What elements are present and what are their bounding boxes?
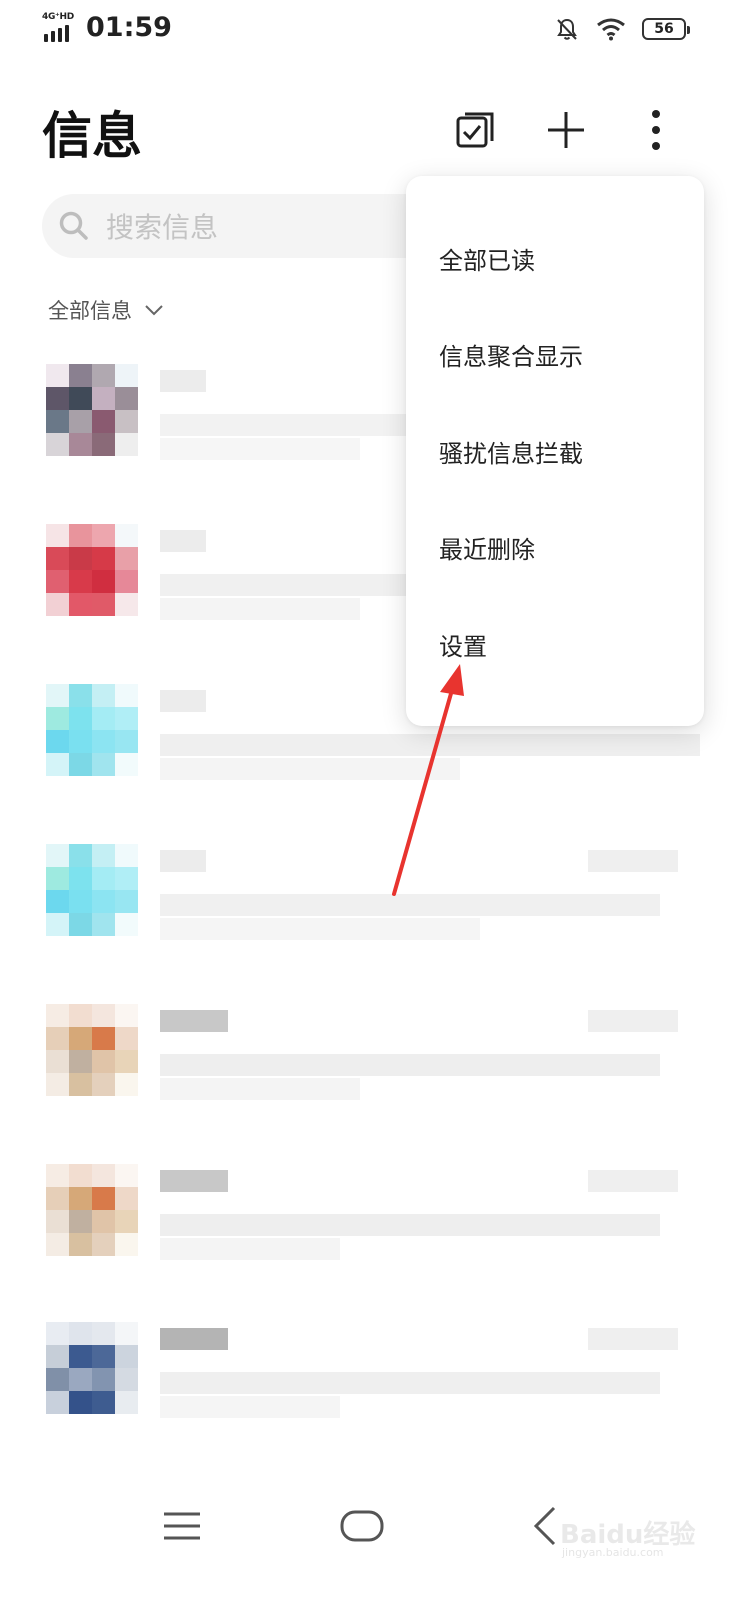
list-item[interactable] <box>0 1322 738 1482</box>
message-preview <box>160 438 360 460</box>
contact-name <box>160 1010 228 1032</box>
message-preview <box>160 918 480 940</box>
signal-indicator: 4G⁺HD <box>42 12 78 42</box>
avatar <box>46 364 138 456</box>
search-icon <box>59 211 88 240</box>
wifi-icon <box>597 18 625 41</box>
avatar <box>46 844 138 936</box>
timestamp <box>588 1328 678 1350</box>
timestamp <box>588 1170 678 1192</box>
timestamp <box>588 850 678 872</box>
contact-name <box>160 530 206 552</box>
watermark-url: jingyan.baidu.com <box>562 1546 664 1559</box>
filter-dropdown[interactable]: 全部信息 <box>48 295 164 325</box>
message-preview <box>160 1372 660 1394</box>
page-title: 信息 <box>42 107 142 165</box>
avatar <box>46 684 138 776</box>
signal-bars-icon <box>44 25 69 42</box>
list-item[interactable] <box>0 844 738 1004</box>
menu-icon[interactable] <box>152 1496 212 1556</box>
contact-name <box>160 370 206 392</box>
status-time: 01:59 <box>86 12 172 43</box>
overflow-menu: 全部已读 信息聚合显示 骚扰信息拦截 最近删除 设置 <box>406 176 704 726</box>
contact-name <box>160 690 206 712</box>
contact-name <box>160 1328 228 1350</box>
message-preview <box>160 1214 660 1236</box>
home-icon[interactable] <box>332 1496 392 1556</box>
watermark: Baidu经验 jingyan.baidu.com <box>556 1490 696 1570</box>
list-item[interactable] <box>0 1004 738 1164</box>
bell-muted-icon <box>557 18 577 40</box>
avatar <box>46 1322 138 1414</box>
message-preview <box>160 414 410 436</box>
message-preview <box>160 1396 340 1418</box>
menu-item-label: 最近删除 <box>439 535 535 564</box>
menu-item-label: 全部已读 <box>439 246 535 275</box>
message-preview <box>160 1054 660 1076</box>
menu-item-spam-block[interactable]: 骚扰信息拦截 <box>406 403 704 499</box>
chevron-down-icon <box>145 305 163 316</box>
avatar <box>46 1164 138 1256</box>
filter-label: 全部信息 <box>48 299 132 323</box>
search-input[interactable] <box>104 202 408 252</box>
timestamp <box>588 1010 678 1032</box>
select-icon[interactable] <box>452 106 500 154</box>
menu-item-recently-deleted[interactable]: 最近删除 <box>406 499 704 595</box>
battery-indicator: 56 <box>642 18 690 40</box>
message-preview <box>160 574 410 596</box>
more-icon[interactable] <box>632 106 680 154</box>
avatar <box>46 1004 138 1096</box>
menu-item-label: 骚扰信息拦截 <box>439 439 583 468</box>
avatar <box>46 524 138 616</box>
menu-item-aggregate-display[interactable]: 信息聚合显示 <box>406 306 704 402</box>
contact-name <box>160 850 206 872</box>
menu-item-label: 信息聚合显示 <box>439 342 583 371</box>
message-preview <box>160 598 360 620</box>
add-icon[interactable] <box>542 106 590 154</box>
contact-name <box>160 1170 228 1192</box>
network-type: 4G⁺HD <box>42 12 74 22</box>
list-item[interactable] <box>0 1164 738 1324</box>
menu-item-mark-all-read[interactable]: 全部已读 <box>406 210 704 306</box>
status-icons: 56 <box>554 14 690 44</box>
message-preview <box>160 1238 340 1260</box>
battery-level: 56 <box>654 21 674 37</box>
message-preview <box>160 1078 360 1100</box>
annotation-arrow-icon <box>392 664 464 896</box>
